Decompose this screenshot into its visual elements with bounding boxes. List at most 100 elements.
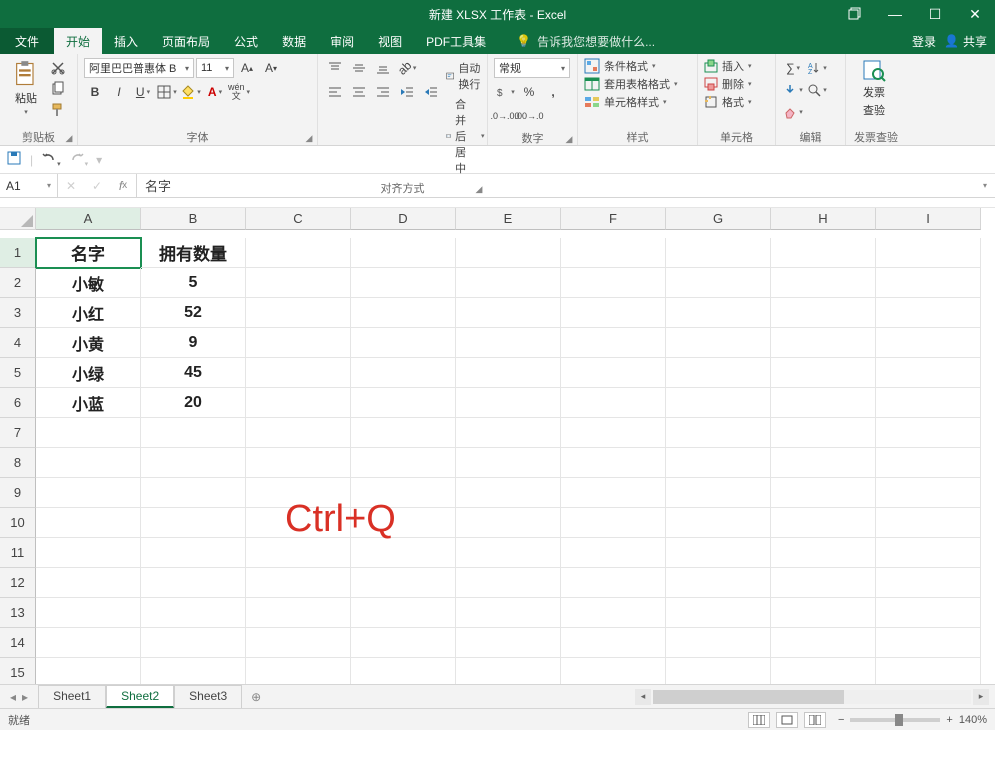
italic-button[interactable]: I: [108, 82, 130, 102]
row-header[interactable]: 5: [0, 358, 36, 388]
cell[interactable]: [666, 448, 771, 478]
name-box[interactable]: A1▾: [0, 174, 58, 197]
cell[interactable]: [36, 478, 141, 508]
cell[interactable]: [456, 268, 561, 298]
row-header[interactable]: 1: [0, 238, 36, 268]
cell[interactable]: [771, 268, 876, 298]
cell[interactable]: [771, 478, 876, 508]
close-button[interactable]: ✕: [955, 0, 995, 28]
expand-formula-bar[interactable]: ▾: [975, 174, 995, 197]
cell[interactable]: [246, 328, 351, 358]
cell[interactable]: [561, 508, 666, 538]
cell[interactable]: [561, 238, 666, 268]
row-header[interactable]: 4: [0, 328, 36, 358]
horizontal-scrollbar[interactable]: ◂ ▸: [635, 689, 995, 705]
row-header[interactable]: 10: [0, 508, 36, 538]
cell[interactable]: [456, 388, 561, 418]
decrease-decimal-button[interactable]: .00→.0: [518, 106, 540, 126]
qat-customize[interactable]: ▾: [96, 153, 102, 167]
align-top-button[interactable]: [324, 58, 346, 78]
fx-button[interactable]: fx: [110, 179, 136, 193]
row-header[interactable]: 11: [0, 538, 36, 568]
cell[interactable]: [876, 388, 981, 418]
accounting-format-button[interactable]: $: [494, 82, 516, 102]
sheet-nav-last[interactable]: ▸: [22, 690, 28, 704]
cell[interactable]: [876, 478, 981, 508]
cell[interactable]: [351, 238, 456, 268]
cell-styles-button[interactable]: 单元格样式▾: [584, 94, 678, 110]
align-bottom-button[interactable]: [372, 58, 394, 78]
zoom-in-button[interactable]: +: [946, 714, 952, 726]
number-launcher[interactable]: ◢: [563, 134, 575, 146]
row-header[interactable]: 7: [0, 418, 36, 448]
row-header[interactable]: 2: [0, 268, 36, 298]
increase-decimal-button[interactable]: .0→.00: [494, 106, 516, 126]
cell[interactable]: [36, 658, 141, 684]
cell[interactable]: [351, 298, 456, 328]
cell[interactable]: [876, 628, 981, 658]
comma-button[interactable]: ,: [542, 82, 564, 102]
view-normal-button[interactable]: [748, 712, 770, 728]
cell[interactable]: [876, 328, 981, 358]
cell[interactable]: [351, 598, 456, 628]
cell[interactable]: [561, 598, 666, 628]
cell[interactable]: 小敏: [36, 268, 141, 298]
copy-button[interactable]: [50, 81, 66, 100]
format-as-table-button[interactable]: 套用表格格式▾: [584, 76, 678, 92]
tab-pdf[interactable]: PDF工具集: [414, 28, 498, 54]
cell[interactable]: [771, 418, 876, 448]
autosum-button[interactable]: ∑: [782, 58, 804, 78]
view-page-break-button[interactable]: [804, 712, 826, 728]
cell[interactable]: [561, 358, 666, 388]
cell[interactable]: 9: [141, 328, 246, 358]
cell[interactable]: [561, 268, 666, 298]
cell[interactable]: [666, 388, 771, 418]
bold-button[interactable]: B: [84, 82, 106, 102]
cell[interactable]: [876, 238, 981, 268]
select-all-corner[interactable]: [0, 208, 36, 230]
scroll-left[interactable]: ◂: [635, 689, 651, 705]
cancel-formula-button[interactable]: ✕: [58, 179, 84, 193]
sheet-tab[interactable]: Sheet1: [38, 685, 106, 708]
cell[interactable]: [456, 508, 561, 538]
column-header[interactable]: F: [561, 208, 666, 230]
cell[interactable]: [666, 658, 771, 684]
cell[interactable]: [771, 358, 876, 388]
cell[interactable]: [36, 538, 141, 568]
cell[interactable]: [351, 628, 456, 658]
cell[interactable]: [141, 508, 246, 538]
sort-filter-button[interactable]: AZ: [806, 58, 828, 78]
cell[interactable]: [456, 298, 561, 328]
border-button[interactable]: [156, 82, 178, 102]
cell[interactable]: [771, 538, 876, 568]
decrease-font-button[interactable]: A▾: [260, 58, 282, 78]
cell[interactable]: [456, 238, 561, 268]
cell[interactable]: [141, 478, 246, 508]
cell[interactable]: [456, 328, 561, 358]
cell[interactable]: [456, 448, 561, 478]
cell[interactable]: [561, 658, 666, 684]
font-launcher[interactable]: ◢: [303, 133, 315, 145]
paste-button[interactable]: 粘贴 ▾: [6, 58, 46, 118]
cell[interactable]: 5: [141, 268, 246, 298]
cell[interactable]: [246, 418, 351, 448]
cell[interactable]: [351, 358, 456, 388]
tab-file[interactable]: 文件: [0, 28, 54, 54]
cell[interactable]: 小绿: [36, 358, 141, 388]
align-left-button[interactable]: [324, 82, 346, 102]
cell[interactable]: [351, 418, 456, 448]
scroll-thumb[interactable]: [653, 690, 844, 704]
align-middle-button[interactable]: [348, 58, 370, 78]
cell[interactable]: [771, 238, 876, 268]
cell[interactable]: [876, 298, 981, 328]
cell[interactable]: [141, 658, 246, 684]
cell[interactable]: [666, 568, 771, 598]
restore-down-icon[interactable]: [835, 0, 875, 28]
percent-button[interactable]: %: [518, 82, 540, 102]
cell[interactable]: [876, 568, 981, 598]
cell[interactable]: [246, 628, 351, 658]
cell[interactable]: 45: [141, 358, 246, 388]
cell[interactable]: [246, 238, 351, 268]
cell[interactable]: [876, 418, 981, 448]
cell[interactable]: [771, 508, 876, 538]
